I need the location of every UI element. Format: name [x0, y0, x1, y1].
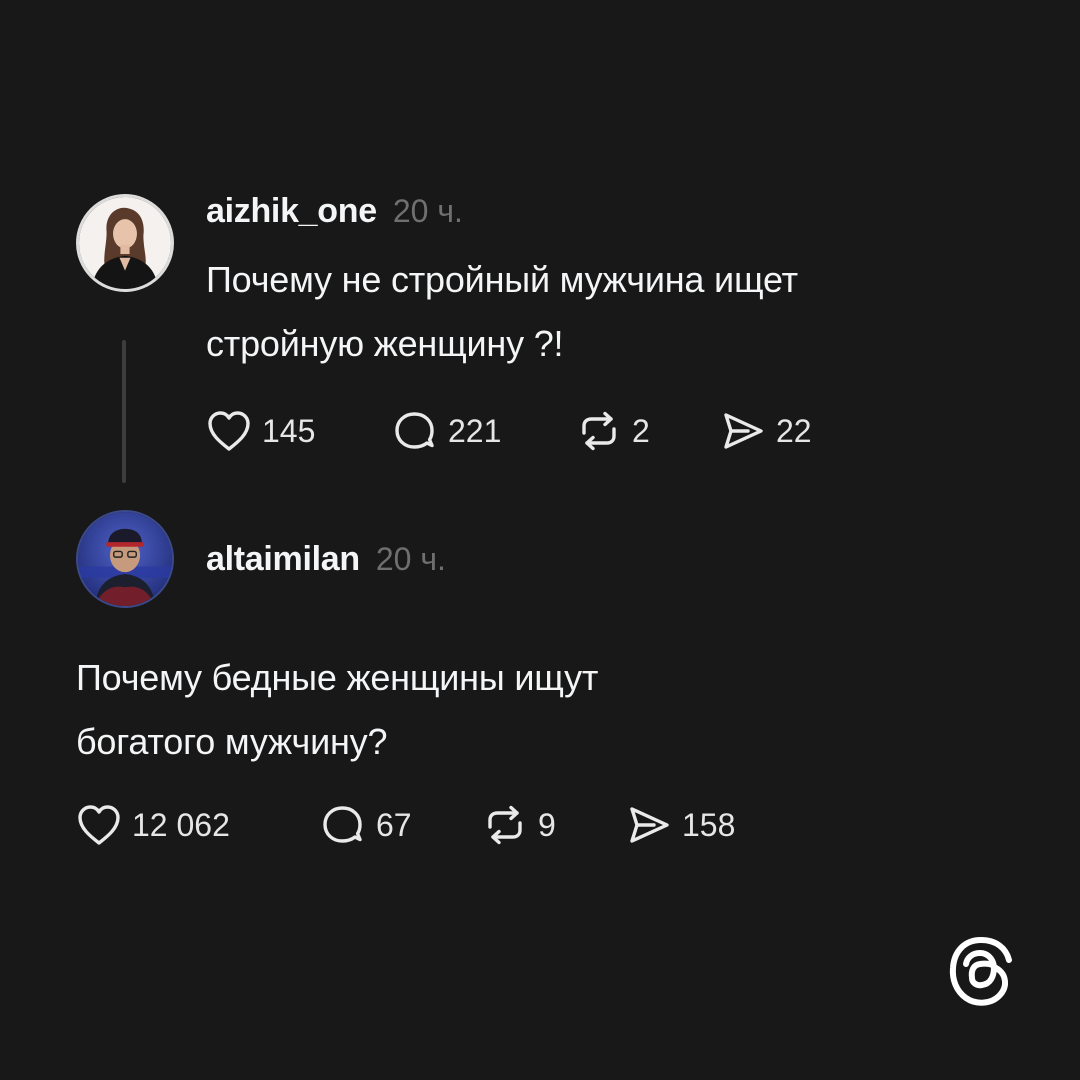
repost-arrows-icon: [576, 409, 622, 453]
share-button[interactable]: 22: [720, 406, 812, 456]
share-count: 158: [682, 806, 736, 843]
repost-count: 9: [538, 806, 556, 843]
timestamp[interactable]: 20 ч.: [376, 541, 446, 578]
timestamp[interactable]: 20 ч.: [393, 193, 463, 230]
username[interactable]: aizhik_one: [206, 192, 377, 231]
post-text-line: богатого мужчину?: [76, 721, 388, 762]
like-button[interactable]: 12 062: [76, 800, 230, 850]
repost-arrows-icon: [482, 803, 528, 847]
post-text: Почему не стройный мужчина ищет стройную…: [206, 248, 798, 376]
post-text-line: Почему бедные женщины ищут: [76, 657, 599, 698]
post-actions: 145 221 2 22: [206, 406, 906, 456]
share-count: 22: [776, 412, 812, 449]
comment-bubble-icon: [392, 409, 438, 453]
reply-button[interactable]: 221: [392, 406, 501, 456]
heart-icon: [76, 803, 122, 847]
avatar-aizhik-one[interactable]: [76, 194, 174, 292]
send-icon: [720, 409, 766, 453]
repost-button[interactable]: 2: [576, 406, 650, 456]
post-text: Почему бедные женщины ищут богатого мужч…: [76, 646, 598, 774]
username[interactable]: altaimilan: [206, 540, 360, 579]
like-count: 145: [262, 412, 316, 449]
avatar-altaimilan[interactable]: [76, 510, 174, 608]
post-text-line: стройную женщину ?!: [206, 323, 564, 364]
threads-logo[interactable]: [946, 934, 1016, 1008]
post-header: altaimilan 20 ч.: [206, 540, 446, 579]
reply-count: 67: [376, 806, 412, 843]
repost-count: 2: [632, 412, 650, 449]
thread-connector-line: [122, 340, 126, 483]
like-button[interactable]: 145: [206, 406, 315, 456]
post-text-line: Почему не стройный мужчина ищет: [206, 259, 798, 300]
post-header: aizhik_one 20 ч.: [206, 192, 463, 231]
post-actions: 12 062 67 9 158: [76, 800, 826, 850]
reply-count: 221: [448, 412, 502, 449]
send-icon: [626, 803, 672, 847]
share-button[interactable]: 158: [626, 800, 735, 850]
comment-bubble-icon: [320, 803, 366, 847]
like-count: 12 062: [132, 806, 230, 843]
heart-icon: [206, 409, 252, 453]
repost-button[interactable]: 9: [482, 800, 556, 850]
reply-button[interactable]: 67: [320, 800, 412, 850]
